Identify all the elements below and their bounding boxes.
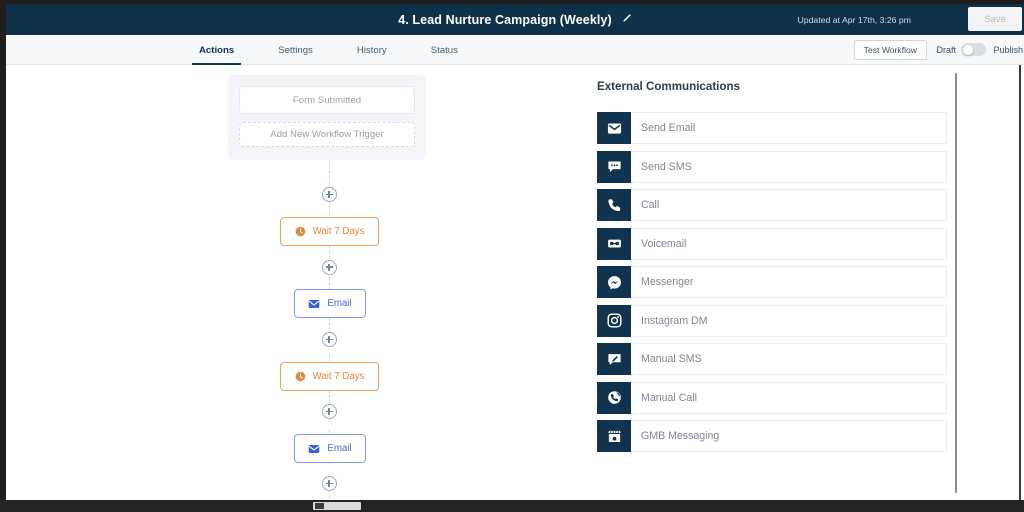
horizontal-scrollbar-thumb[interactable] — [313, 502, 361, 510]
action-label: Send Email — [631, 112, 947, 144]
action-instagram-dm[interactable]: Instagram DM — [597, 304, 947, 337]
clock-icon — [295, 226, 306, 237]
workflow-builder-app: 4. Lead Nurture Campaign (Weekly) Update… — [6, 4, 1024, 504]
tab-status-label: Status — [430, 44, 458, 56]
action-label: Send SMS — [631, 150, 947, 183]
voicemail-cassette-icon — [597, 227, 631, 260]
node-label: Wait 7 Days — [312, 226, 365, 237]
action-call[interactable]: Call — [597, 189, 947, 221]
action-send-sms[interactable]: Send SMS — [597, 150, 947, 183]
last-updated-text: Updated at Apr 17th, 3:26 pm — [797, 14, 912, 25]
add-step-button[interactable] — [321, 404, 337, 419]
action-label: Instagram DM — [631, 304, 947, 337]
add-new-workflow-trigger-button[interactable]: Add New Workflow Trigger — [239, 122, 415, 147]
manual-call-icon — [597, 381, 631, 414]
action-label: GMB Messaging — [631, 420, 947, 452]
action-label: Manual SMS — [631, 343, 947, 375]
publish-label: Publish — [993, 45, 1023, 55]
node-email[interactable]: Email — [294, 289, 366, 318]
action-manual-sms[interactable]: Manual SMS — [597, 343, 947, 375]
action-label: Voicemail — [631, 227, 947, 260]
publish-toggle[interactable] — [961, 43, 986, 56]
action-label: Call — [631, 189, 947, 221]
instagram-icon — [597, 304, 631, 337]
save-button[interactable]: Save — [968, 7, 1022, 31]
messenger-icon — [597, 266, 631, 298]
action-send-email[interactable]: Send Email — [597, 112, 947, 144]
tab-status[interactable]: Status — [428, 35, 461, 65]
manual-sms-icon — [597, 343, 631, 375]
tab-settings[interactable]: Settings — [275, 35, 316, 65]
add-step-button[interactable] — [321, 476, 337, 491]
tab-actions[interactable]: Actions — [191, 35, 242, 65]
draft-label: Draft — [936, 45, 956, 55]
envelope-icon — [597, 112, 631, 144]
horizontal-scrollbar-track[interactable] — [0, 500, 1024, 512]
node-label: Email — [327, 298, 352, 309]
add-step-button[interactable] — [321, 259, 337, 275]
tab-bar: Actions Settings History Status Test Wor… — [6, 35, 1024, 65]
workflow-trigger-card: Form Submitted Add New Workflow Trigger — [228, 75, 426, 160]
node-wait-7-days[interactable]: Wait 7 Days — [280, 217, 379, 246]
test-workflow-button[interactable]: Test Workflow — [853, 40, 927, 60]
storefront-icon — [597, 420, 631, 452]
action-manual-call[interactable]: Manual Call — [597, 381, 947, 414]
screenshot-frame: 4. Lead Nurture Campaign (Weekly) Update… — [0, 0, 1024, 512]
tab-list: Actions Settings History Status — [191, 35, 461, 65]
node-wait-7-days[interactable]: Wait 7 Days — [280, 362, 379, 391]
tab-history[interactable]: History — [354, 35, 390, 65]
add-step-button[interactable] — [321, 187, 337, 202]
envelope-icon — [308, 443, 320, 455]
phone-icon — [597, 189, 631, 221]
app-header: 4. Lead Nurture Campaign (Weekly) Update… — [6, 4, 1024, 35]
action-label: Messenger — [631, 266, 947, 298]
page-title: 4. Lead Nurture Campaign (Weekly) — [398, 12, 612, 27]
add-step-button[interactable] — [321, 332, 337, 347]
panel-vertical-scrollbar[interactable] — [955, 73, 957, 493]
node-email[interactable]: Email — [294, 434, 366, 463]
actions-panel: External Communications Send Email Send … — [592, 65, 962, 504]
pencil-icon[interactable] — [621, 11, 632, 29]
tab-history-label: History — [356, 44, 387, 56]
toggle-knob — [962, 44, 973, 55]
trigger-form-submitted[interactable]: Form Submitted — [239, 86, 415, 114]
clock-icon — [295, 371, 306, 382]
envelope-icon — [308, 298, 320, 310]
action-voicemail[interactable]: Voicemail — [597, 227, 947, 260]
action-label: Manual Call — [631, 381, 947, 414]
tab-settings-label: Settings — [278, 44, 313, 56]
chat-bubble-icon — [597, 150, 631, 183]
tab-actions-label: Actions — [199, 44, 235, 56]
action-gmb-messaging[interactable]: GMB Messaging — [597, 420, 947, 452]
scrollbar-grip — [315, 503, 324, 509]
external-communications-list: Send Email Send SMS Call Voicemail Messe… — [597, 112, 947, 459]
action-messenger[interactable]: Messenger — [597, 266, 947, 298]
panel-right-divider — [1019, 65, 1021, 504]
node-label: Wait 7 Days — [312, 371, 365, 382]
node-label: Email — [327, 443, 352, 454]
panel-title: External Communications — [597, 80, 741, 93]
